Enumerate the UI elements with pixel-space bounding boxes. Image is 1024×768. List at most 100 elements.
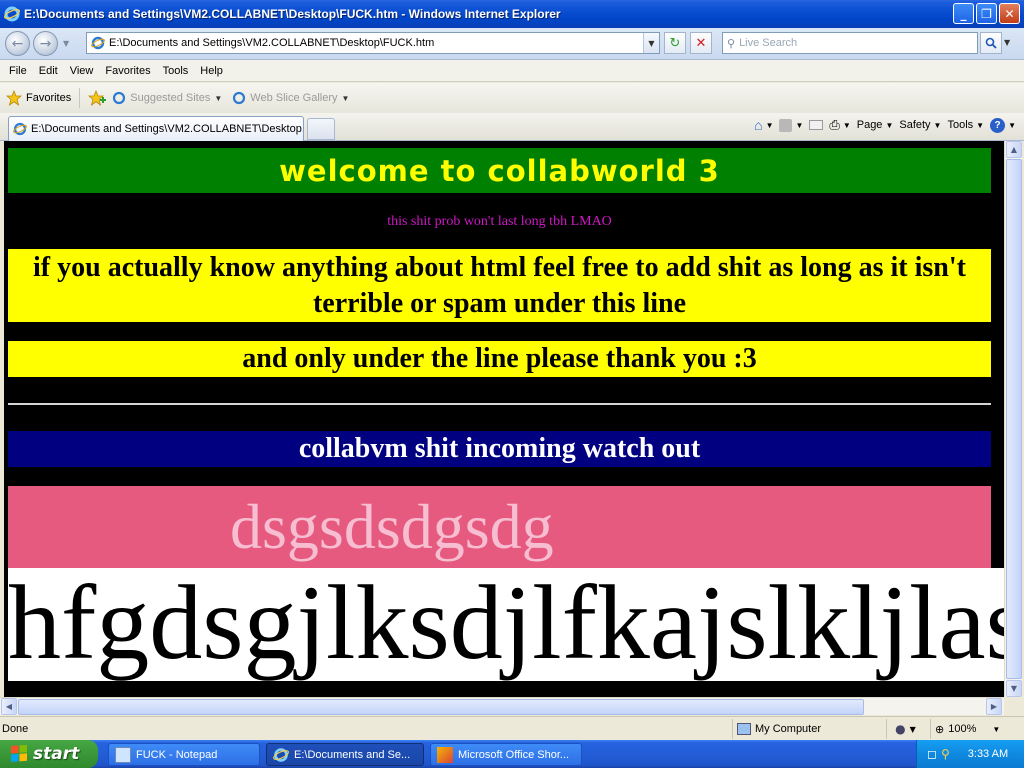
web-page: welcome to collabworld 3 this shit prob … xyxy=(0,141,1004,697)
page-menu[interactable]: Page ▼ xyxy=(857,119,894,131)
horizontal-scrollbar[interactable]: ◀ ▶ xyxy=(0,697,1004,715)
address-dropdown-icon[interactable]: ▼ xyxy=(643,33,659,53)
zone-label: My Computer xyxy=(755,723,822,735)
printer-icon: ⎙ xyxy=(829,117,840,132)
menu-tools[interactable]: Tools xyxy=(157,65,195,77)
search-box[interactable]: ⚲ Live Search xyxy=(722,32,978,54)
command-bar: ⌂ ▼ ▼ ⎙ ▼ Page ▼ Safety ▼ Tools ▼ ? ▼ xyxy=(754,117,1016,133)
stop-button[interactable]: ✕ xyxy=(690,32,712,54)
collabvm-banner: collabvm shit incoming watch out xyxy=(8,431,991,467)
network-icon[interactable]: ◻ xyxy=(927,747,937,761)
feeds-button[interactable]: ▼ xyxy=(779,118,803,132)
instruction2-banner: and only under the line please thank you… xyxy=(8,341,991,377)
tools-menu[interactable]: Tools ▼ xyxy=(947,119,984,131)
globe-icon: ● xyxy=(895,722,906,736)
menu-favorites[interactable]: Favorites xyxy=(99,65,156,77)
page-menu-label: Page xyxy=(856,119,883,131)
scroll-left-button[interactable]: ◀ xyxy=(1,698,17,715)
taskbar-notepad-label: FUCK - Notepad xyxy=(136,748,218,761)
security-zone[interactable]: My Computer xyxy=(732,719,821,739)
home-button[interactable]: ⌂ ▼ xyxy=(754,117,773,133)
white-banner: hfgdsgjlksdjlfkajslkljlasj xyxy=(8,568,1004,681)
notepad-icon xyxy=(115,746,131,763)
page-icon xyxy=(233,91,246,105)
horizontal-rule xyxy=(8,403,991,405)
big-text: hfgdsgjlksdjlfkajslkljlasj xyxy=(8,568,1004,681)
protected-mode-indicator[interactable]: ● ▼ xyxy=(886,719,924,739)
restore-button[interactable]: ❐ xyxy=(976,3,997,24)
vertical-scrollbar[interactable]: ▲ ▼ xyxy=(1004,141,1022,697)
suggested-sites-label: Suggested Sites xyxy=(130,92,211,104)
system-tray: ◻ ⚲ 3:33 AM xyxy=(916,740,1024,768)
search-options-dropdown-icon[interactable]: ▼ xyxy=(1004,38,1010,47)
start-button[interactable]: start xyxy=(0,740,98,768)
web-slice-gallery-label: Web Slice Gallery xyxy=(250,92,338,104)
chevron-down-icon: ▼ xyxy=(885,120,894,130)
note-text: this shit prob won't last long tbh LMAO xyxy=(387,214,612,229)
menu-bar: File Edit View Favorites Tools Help xyxy=(0,60,1024,82)
safety-menu-label: Safety xyxy=(899,119,931,131)
scroll-right-button[interactable]: ▶ xyxy=(986,698,1002,715)
welcome-heading: welcome to collabworld 3 xyxy=(279,153,720,188)
taskbar-notepad[interactable]: FUCK - Notepad xyxy=(108,743,260,766)
taskbar-office-shortcut[interactable]: Microsoft Office Shor... xyxy=(430,743,582,766)
chevron-down-icon: ▼ xyxy=(1008,120,1016,130)
suggested-sites-link[interactable]: Suggested Sites ▼ xyxy=(112,91,222,105)
favorites-label: Favorites xyxy=(26,92,72,104)
web-slice-gallery-link[interactable]: Web Slice Gallery ▼ xyxy=(232,91,349,105)
back-button[interactable]: ← xyxy=(5,31,30,56)
read-mail-button[interactable] xyxy=(809,120,824,130)
clock: 3:33 AM xyxy=(967,748,1009,760)
search-provider-icon: ⚲ xyxy=(727,36,736,50)
feed-icon xyxy=(779,118,793,132)
menu-edit[interactable]: Edit xyxy=(33,65,64,77)
stop-icon: ✕ xyxy=(695,35,707,51)
taskbar-internet-explorer[interactable]: E:\Documents and Se... xyxy=(266,743,424,766)
tab-active[interactable]: E:\Documents and Settings\VM2.COLLABNET\… xyxy=(8,116,304,141)
horizontal-scroll-thumb[interactable] xyxy=(18,699,864,715)
forward-button[interactable]: → xyxy=(33,31,58,56)
collabvm-text: collabvm shit incoming watch out xyxy=(298,433,701,464)
help-button[interactable]: ? ▼ xyxy=(990,117,1016,133)
refresh-button[interactable]: ↻ xyxy=(664,32,686,54)
search-button[interactable] xyxy=(980,32,1002,54)
address-bar[interactable]: E:\Documents and Settings\VM2.COLLABNET\… xyxy=(86,32,660,54)
mail-icon xyxy=(809,120,824,130)
title-bar[interactable]: E:\Documents and Settings\VM2.COLLABNET\… xyxy=(0,0,1024,28)
page-icon xyxy=(91,36,105,50)
menu-file[interactable]: File xyxy=(3,65,33,77)
chevron-down-icon: ▼ xyxy=(341,93,350,103)
instruction-text: if you actually know anything about html… xyxy=(33,251,966,319)
welcome-banner: welcome to collabworld 3 xyxy=(8,148,991,193)
recent-pages-dropdown-icon[interactable]: ▼ xyxy=(63,39,69,48)
home-icon: ⌂ xyxy=(754,117,763,133)
chevron-down-icon: ▼ xyxy=(976,120,985,130)
zoom-control[interactable]: ⊕ 100% ▼ xyxy=(930,719,1000,739)
print-button[interactable]: ⎙ ▼ xyxy=(829,117,850,133)
search-input[interactable]: Live Search xyxy=(739,37,977,49)
new-tab-button[interactable] xyxy=(307,118,335,140)
safety-menu[interactable]: Safety ▼ xyxy=(899,119,941,131)
minimize-button[interactable]: _ xyxy=(953,3,974,24)
pink-text: dsgsdsdgsdg xyxy=(230,491,554,562)
favorites-button[interactable]: Favorites xyxy=(6,90,71,106)
search-icon xyxy=(985,37,997,49)
window-title: E:\Documents and Settings\VM2.COLLABNET\… xyxy=(24,7,561,21)
page-icon xyxy=(113,91,126,105)
add-to-favorites-icon[interactable] xyxy=(88,90,107,106)
office-icon xyxy=(437,746,453,763)
close-button[interactable]: ✕ xyxy=(999,3,1020,24)
menu-view[interactable]: View xyxy=(64,65,100,77)
start-label: start xyxy=(33,744,80,764)
vertical-scroll-thumb[interactable] xyxy=(1006,159,1022,679)
scroll-down-button[interactable]: ▼ xyxy=(1006,680,1022,697)
search-tray-icon[interactable]: ⚲ xyxy=(941,747,950,761)
status-text: Done xyxy=(2,722,29,735)
tab-row: E:\Documents and Settings\VM2.COLLABNET\… xyxy=(0,113,1024,141)
internet-explorer-icon xyxy=(273,747,289,762)
chevron-down-icon: ▼ xyxy=(214,93,223,103)
scroll-up-button[interactable]: ▲ xyxy=(1006,141,1022,158)
address-input[interactable]: E:\Documents and Settings\VM2.COLLABNET\… xyxy=(109,37,643,49)
scrollbar-corner xyxy=(1004,697,1024,715)
menu-help[interactable]: Help xyxy=(194,65,229,77)
